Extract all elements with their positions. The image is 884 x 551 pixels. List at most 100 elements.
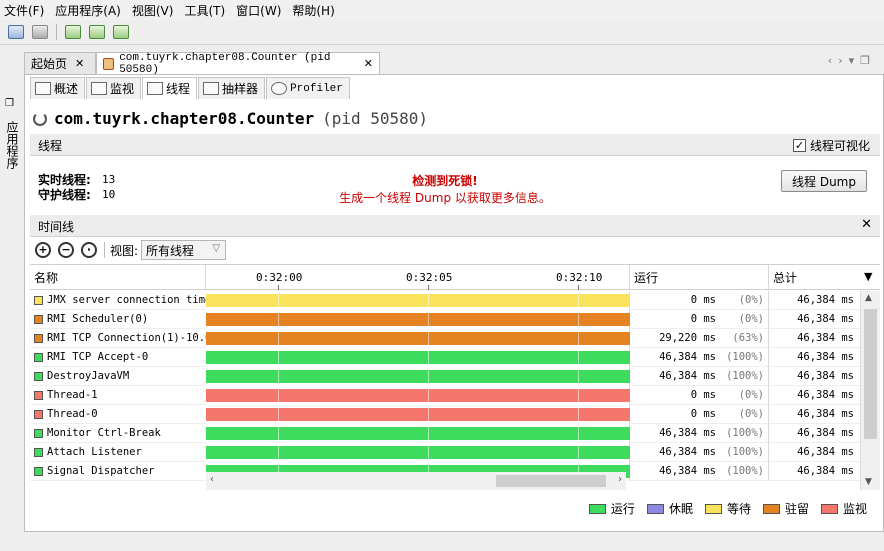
thread-timeline-cell: [206, 291, 630, 310]
legend-item-parked: 驻留: [762, 500, 809, 517]
horizontal-scroll-thumb[interactable]: [496, 475, 606, 487]
thread-name-cell: Monitor Ctrl-Break: [30, 424, 206, 443]
thread-name-cell: Attach Listener: [30, 443, 206, 462]
tab-overview[interactable]: 概述: [30, 77, 86, 99]
table-row[interactable]: Monitor Ctrl-Break 46,384 ms (100%) 46,384 …: [30, 424, 860, 443]
profiler-icon: [271, 82, 288, 95]
load-snapshot-button[interactable]: [6, 23, 26, 41]
thread-state-bar: [206, 332, 630, 345]
total-time-cell: 46,384 ms: [769, 329, 860, 348]
tab-start-page[interactable]: 起始页 ✕: [24, 52, 96, 74]
menu-help[interactable]: 帮助(H): [292, 2, 334, 19]
tab-counter-app[interactable]: com.tuyrk.chapter08.Counter (pid 50580) …: [96, 51, 380, 76]
state-legend: 运行 休眠 等待 驻留 监视: [577, 500, 867, 517]
toolbar-separator: [56, 24, 57, 40]
add-jmx-connection-button[interactable]: [63, 23, 83, 41]
save-button[interactable]: [30, 23, 50, 41]
add-remote-host-button[interactable]: [87, 23, 107, 41]
timeline-gridline: [428, 348, 429, 367]
thread-state-swatch: [34, 447, 43, 457]
threads-section-header: 线程 ✓ 线程可视化: [30, 134, 880, 156]
restore-window-icon[interactable]: ❐: [5, 98, 14, 109]
column-total-header[interactable]: 总计: [769, 265, 860, 290]
table-row[interactable]: JMX server connection timeout 0 ms (0%) 46,…: [30, 291, 860, 310]
table-row[interactable]: Thread-0 0 ms (0%) 46,384 ms: [30, 405, 860, 424]
threads-icon: [147, 82, 164, 95]
thread-state-swatch: [34, 428, 43, 438]
total-time-value: 46,384 ms: [797, 408, 854, 420]
deadlock-title: 检测到死锁!: [412, 174, 478, 188]
close-timeline-icon[interactable]: ✕: [861, 217, 872, 232]
thread-state-bar: [206, 408, 630, 421]
thread-name-cell: Thread-0: [30, 405, 206, 424]
close-icon[interactable]: ✕: [75, 57, 84, 70]
thread-dump-button[interactable]: 线程 Dump: [781, 170, 867, 192]
legend-item-running: 运行: [588, 500, 635, 517]
total-time-cell: 46,384 ms: [769, 424, 860, 443]
vertical-scroll-thumb[interactable]: [864, 309, 877, 439]
tab-counter-app-label: com.tuyrk.chapter08.Counter (pid 50580): [119, 51, 331, 76]
tab-scroll-left-icon[interactable]: ‹: [828, 54, 838, 67]
timeline-section-title: 时间线: [38, 220, 75, 234]
jmx-connection-icon: [65, 25, 81, 39]
tab-sampler[interactable]: 抽样器: [198, 77, 266, 99]
timeline-tick-mark: [278, 285, 279, 290]
table-row[interactable]: Attach Listener 46,384 ms (100%) 46,384 ms: [30, 443, 860, 462]
column-running-header[interactable]: 运行: [630, 265, 769, 290]
thread-timeline-cell: [206, 367, 630, 386]
menu-tools[interactable]: 工具(T): [184, 2, 225, 19]
add-core-dump-button[interactable]: [111, 23, 131, 41]
table-row[interactable]: RMI Scheduler(0) 0 ms (0%) 46,384 ms: [30, 310, 860, 329]
running-percent: (0%): [738, 294, 764, 306]
menu-view[interactable]: 视图(V): [132, 2, 174, 19]
maximize-window-icon[interactable]: ❐: [860, 54, 876, 67]
tab-list-dropdown-icon[interactable]: ▾: [849, 54, 861, 67]
tab-threads[interactable]: 线程: [142, 77, 198, 99]
menu-file[interactable]: 文件(F): [4, 2, 44, 19]
timeline-gridline: [578, 443, 579, 462]
applications-side-tab[interactable]: 应用程序: [4, 121, 21, 169]
column-chooser-icon[interactable]: ▼: [864, 270, 872, 283]
table-row[interactable]: RMI TCP Accept-0 46,384 ms (100%) 46,384 ms: [30, 348, 860, 367]
thread-state-bar: [206, 389, 630, 402]
scroll-down-icon[interactable]: ▼: [865, 477, 872, 487]
vertical-scrollbar[interactable]: ▲ ▼: [860, 291, 880, 490]
column-name-header[interactable]: 名称: [30, 265, 206, 290]
java-app-icon: [103, 57, 115, 70]
running-percent: (0%): [738, 313, 764, 325]
daemon-threads-value: 10: [102, 188, 116, 201]
total-time-cell: 46,384 ms: [769, 310, 860, 329]
thread-timeline-cell: [206, 443, 630, 462]
thread-name-cell: DestroyJavaVM: [30, 367, 206, 386]
tab-scroll-right-icon[interactable]: ›: [838, 54, 848, 67]
tab-monitor[interactable]: 监视: [86, 77, 142, 99]
zoom-in-icon[interactable]: +: [35, 242, 51, 258]
menu-application[interactable]: 应用程序(A): [55, 2, 121, 19]
zoom-out-icon[interactable]: −: [58, 242, 74, 258]
timeline-gridline: [428, 424, 429, 443]
thread-state-bar: [206, 370, 630, 383]
running-time-value: 0 ms: [690, 408, 716, 420]
view-select[interactable]: 所有线程 ▽: [141, 240, 227, 260]
tab-profiler-label: Profiler: [290, 82, 343, 95]
scroll-right-icon[interactable]: ›: [618, 474, 622, 485]
running-percent: (0%): [738, 389, 764, 401]
table-row[interactable]: RMI TCP Connection(1)-10.0. 29,220 ms (63%…: [30, 329, 860, 348]
scroll-up-icon[interactable]: ▲: [865, 293, 872, 303]
table-row[interactable]: Thread-1 0 ms (0%) 46,384 ms: [30, 386, 860, 405]
tab-profiler[interactable]: Profiler: [266, 77, 350, 99]
timeline-gridline: [578, 329, 579, 348]
threads-visualization-checkbox[interactable]: ✓ 线程可视化: [792, 137, 870, 154]
menu-window[interactable]: 窗口(W): [236, 2, 281, 19]
zoom-fit-icon[interactable]: ·: [81, 242, 97, 258]
legend-swatch: [762, 503, 780, 514]
horizontal-scrollbar[interactable]: ‹ ›: [206, 472, 626, 490]
close-icon[interactable]: ✕: [364, 57, 373, 70]
table-row[interactable]: DestroyJavaVM 46,384 ms (100%) 46,384 ms: [30, 367, 860, 386]
scroll-left-icon[interactable]: ‹: [210, 474, 214, 485]
timeline-gridline: [278, 329, 279, 348]
app-pid: (pid 50580): [322, 109, 429, 128]
running-percent: (63%): [732, 332, 764, 344]
column-timeline-header[interactable]: ^ 0:32:00 0:32:05 0:32:10: [206, 265, 630, 290]
deadlock-warning: 检测到死锁! 生成一个线程 Dump 以获取更多信息。: [305, 172, 585, 206]
